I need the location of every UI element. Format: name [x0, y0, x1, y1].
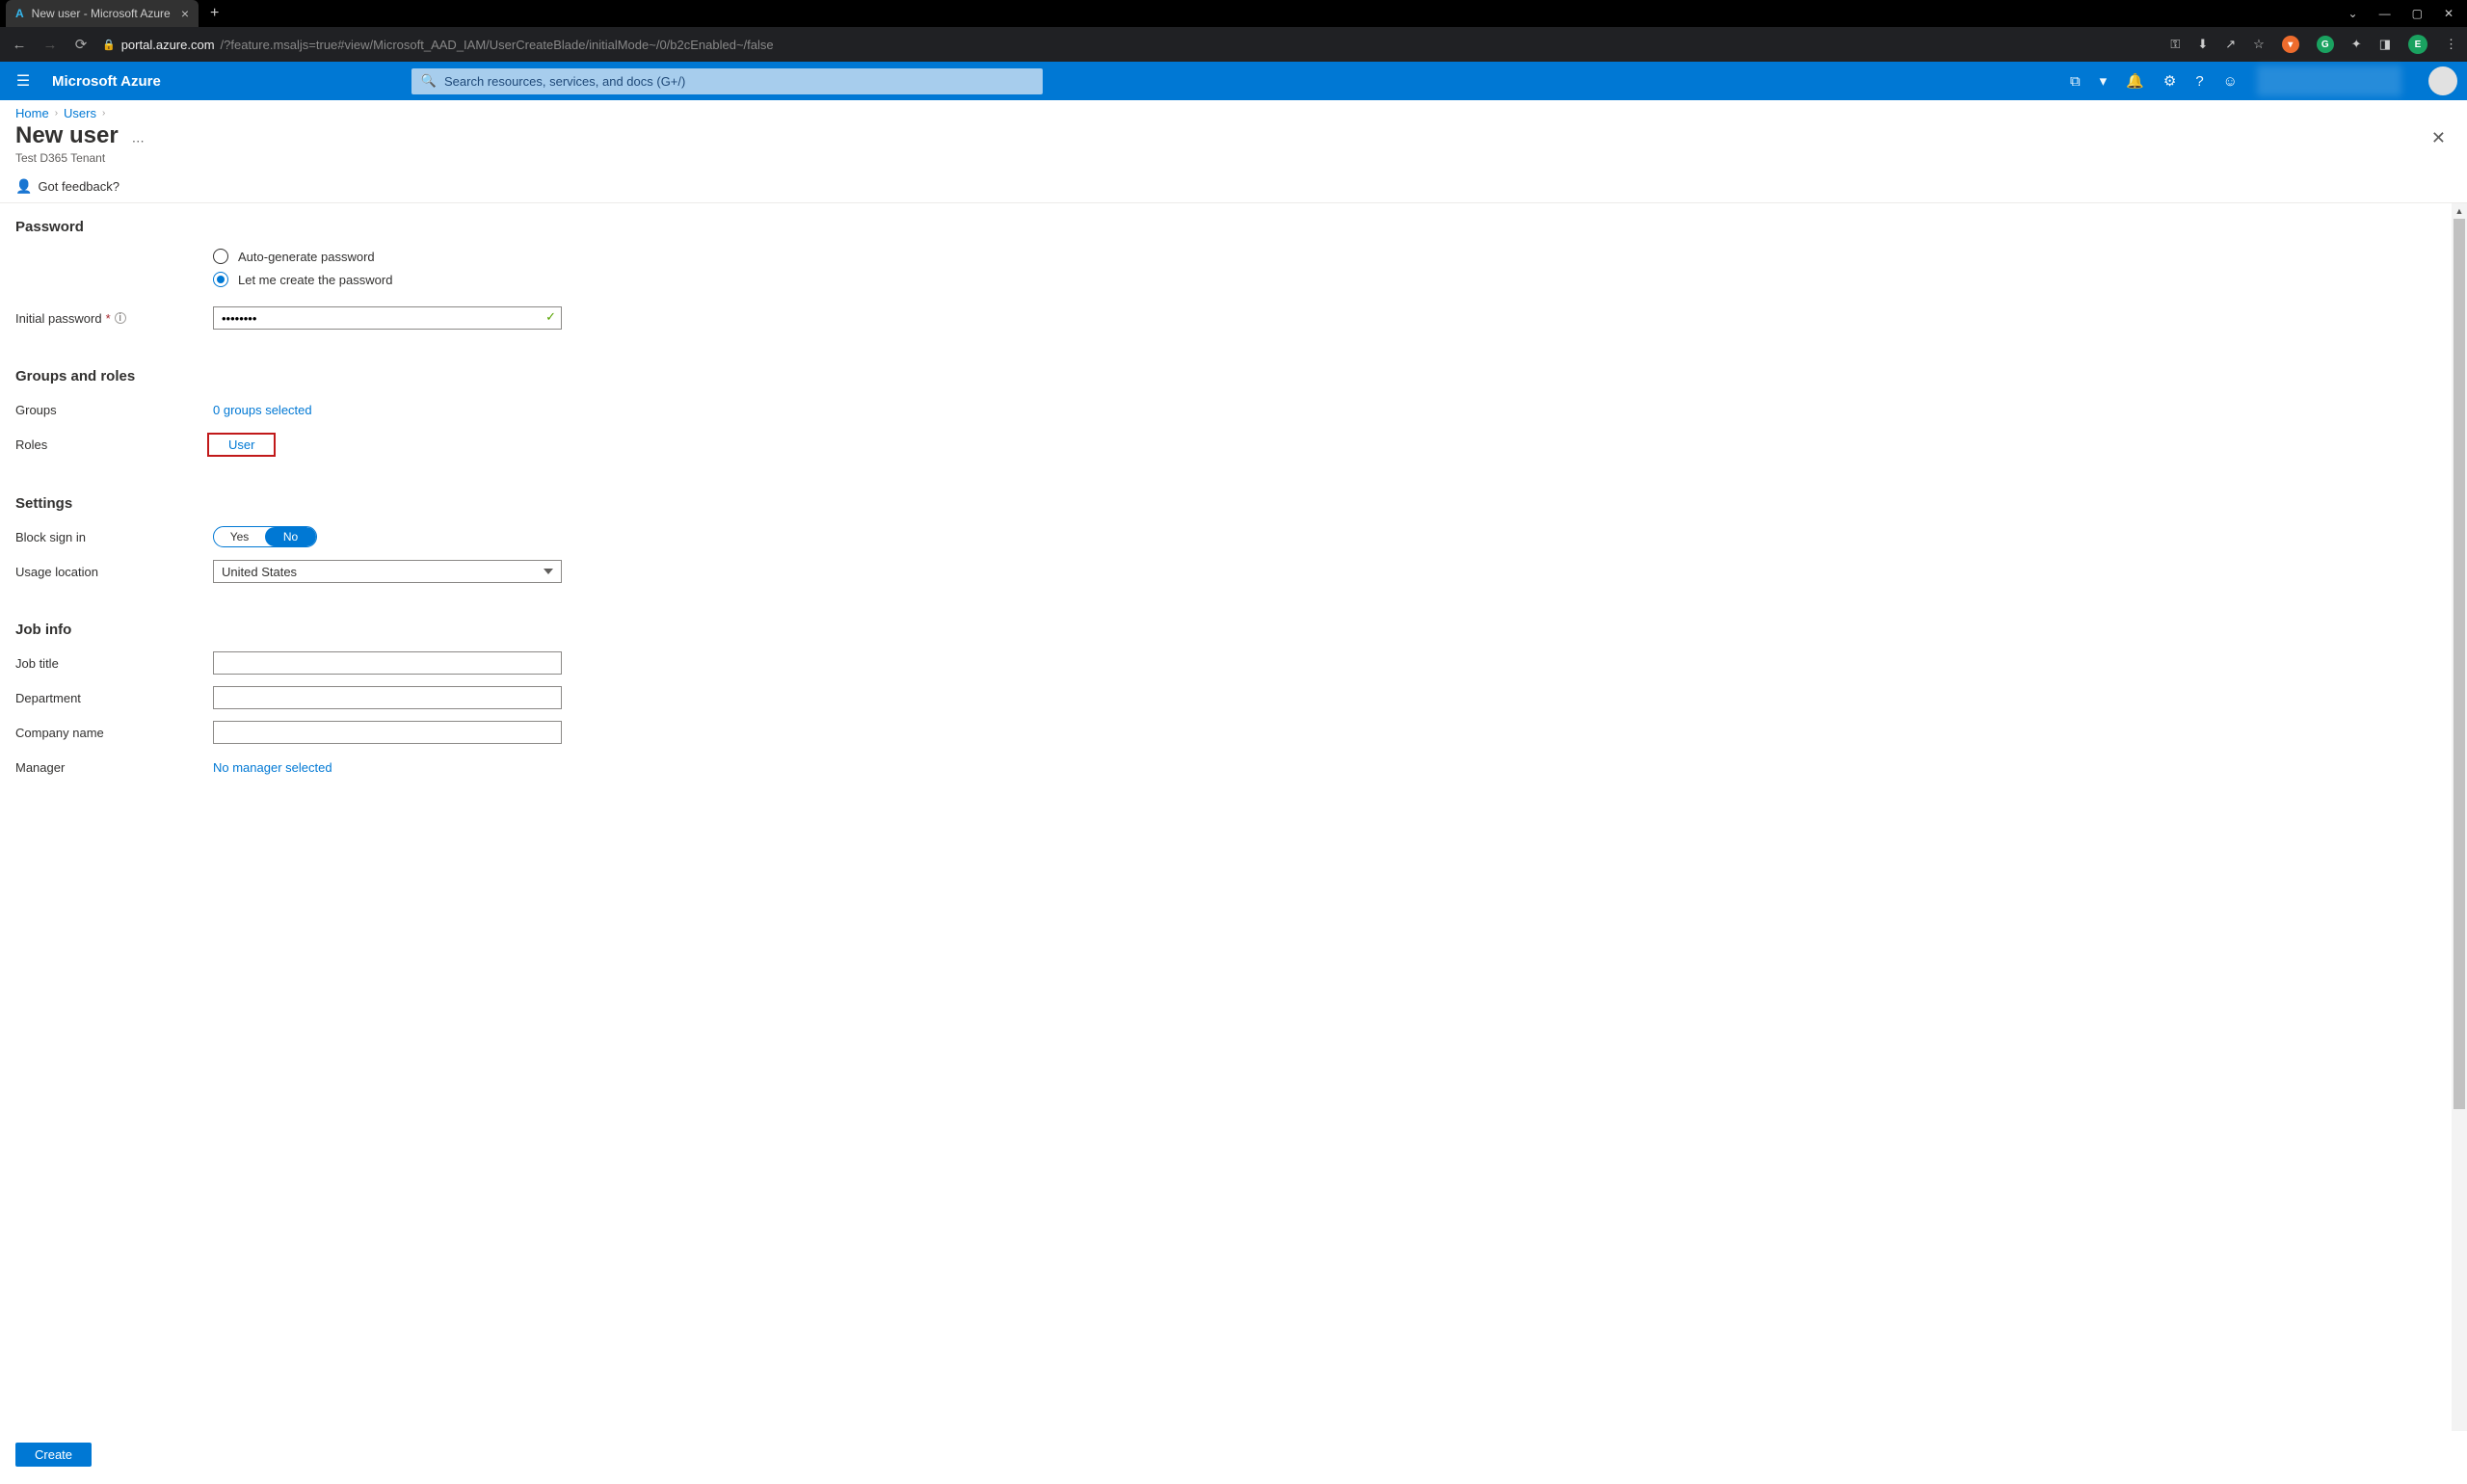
roles-link[interactable]: User [207, 433, 276, 457]
browser-tab-bar: A New user - Microsoft Azure × + ⌄ — ▢ ✕ [0, 0, 2467, 27]
new-tab-button[interactable]: + [210, 5, 219, 22]
extension-1-icon[interactable]: ▾ [2282, 36, 2299, 53]
forward-button[interactable]: → [40, 37, 60, 53]
download-icon[interactable]: ⬇ [2197, 37, 2208, 52]
search-placeholder: Search resources, services, and docs (G+… [444, 74, 685, 89]
job-title-label: Job title [15, 656, 213, 671]
department-label: Department [15, 691, 213, 705]
person-feedback-icon: 👤 [15, 178, 32, 195]
radio-manual-password[interactable] [213, 272, 228, 287]
brand-label[interactable]: Microsoft Azure [52, 73, 161, 90]
block-signin-toggle[interactable]: Yes No [213, 526, 317, 547]
toggle-no[interactable]: No [265, 527, 316, 546]
section-password-title: Password [15, 219, 2452, 235]
radio-auto-password[interactable] [213, 249, 228, 264]
share-icon[interactable]: ↗ [2225, 37, 2236, 52]
form-scroll-area: Password Auto-generate password Let me c… [0, 203, 2467, 1475]
groups-label: Groups [15, 403, 213, 417]
window-controls: ⌄ — ▢ ✕ [2348, 7, 2461, 20]
global-search[interactable]: 🔍 Search resources, services, and docs (… [411, 68, 1043, 94]
job-title-input[interactable] [213, 651, 562, 675]
blade-toolbar: 👤 Got feedback? [0, 171, 2467, 203]
scroll-thumb[interactable] [2454, 219, 2465, 1109]
info-icon[interactable]: i [115, 312, 126, 324]
account-info[interactable] [2257, 66, 2401, 96]
toggle-yes[interactable]: Yes [214, 527, 265, 546]
lock-icon: 🔒 [102, 39, 116, 51]
blade-header: New user ⋯ Test D365 Tenant ✕ [0, 122, 2467, 171]
block-signin-label: Block sign in [15, 530, 213, 544]
profile-avatar[interactable]: E [2408, 35, 2427, 54]
notifications-icon[interactable]: 🔔 [2126, 72, 2144, 90]
feedback-button[interactable]: 👤 Got feedback? [15, 178, 119, 195]
hamburger-menu[interactable]: ☰ [0, 71, 46, 91]
groups-link[interactable]: 0 groups selected [213, 403, 312, 417]
blade-footer: Create [0, 1431, 2467, 1484]
back-button[interactable]: ← [10, 37, 29, 53]
tenant-subtitle: Test D365 Tenant [15, 151, 145, 165]
chevron-down-icon[interactable]: ⌄ [2348, 7, 2358, 20]
scroll-up-arrow[interactable]: ▲ [2452, 203, 2467, 219]
check-icon: ✓ [545, 309, 556, 325]
extensions-icon[interactable]: ✦ [2351, 37, 2362, 52]
breadcrumb-users[interactable]: Users [64, 106, 96, 120]
sidepanel-icon[interactable]: ◨ [2379, 37, 2391, 52]
address-bar[interactable]: 🔒 portal.azure.com /?feature.msaljs=true#… [102, 38, 774, 52]
breadcrumb-home[interactable]: Home [15, 106, 49, 120]
feedback-label: Got feedback? [38, 179, 119, 194]
initial-password-input[interactable] [213, 306, 562, 330]
browser-tab[interactable]: A New user - Microsoft Azure × [6, 0, 199, 27]
help-icon[interactable]: ? [2195, 73, 2203, 90]
reload-button[interactable]: ⟳ [71, 36, 91, 53]
bookmark-icon[interactable]: ☆ [2253, 37, 2265, 52]
directories-icon[interactable]: ▾ [2100, 72, 2108, 90]
close-blade-icon[interactable]: ✕ [2426, 122, 2452, 154]
maximize-icon[interactable]: ▢ [2412, 7, 2423, 20]
manager-link[interactable]: No manager selected [213, 760, 332, 775]
radio-auto-password-label[interactable]: Auto-generate password [238, 250, 375, 264]
more-actions-icon[interactable]: ⋯ [132, 134, 145, 149]
feedback-icon[interactable]: ☺ [2223, 73, 2238, 90]
url-path: /?feature.msaljs=true#view/Microsoft_AAD… [221, 38, 774, 52]
vertical-scrollbar[interactable]: ▲ ▼ [2452, 203, 2467, 1475]
url-host: portal.azure.com [121, 38, 215, 52]
chrome-menu-icon[interactable]: ⋮ [2445, 37, 2457, 52]
usage-location-select[interactable]: United States [213, 560, 562, 583]
usage-location-value: United States [222, 565, 297, 579]
roles-label: Roles [15, 437, 213, 452]
company-name-input[interactable] [213, 721, 562, 744]
radio-manual-password-label[interactable]: Let me create the password [238, 273, 392, 287]
azure-icon: A [15, 7, 24, 20]
close-window-icon[interactable]: ✕ [2444, 7, 2454, 20]
company-name-label: Company name [15, 726, 213, 740]
tab-title: New user - Microsoft Azure [32, 7, 171, 20]
required-asterisk: * [106, 311, 111, 326]
section-job-info-title: Job info [15, 622, 2452, 638]
chevron-right-icon: › [55, 108, 58, 119]
tab-close-icon[interactable]: × [181, 6, 189, 21]
create-button[interactable]: Create [15, 1443, 92, 1467]
initial-password-label: Initial password * i [15, 311, 213, 326]
department-input[interactable] [213, 686, 562, 709]
section-groups-roles-title: Groups and roles [15, 368, 2452, 384]
browser-nav-bar: ← → ⟳ 🔒 portal.azure.com /?feature.msaljs… [0, 27, 2467, 62]
azure-header: ☰ Microsoft Azure 🔍 Search resources, se… [0, 62, 2467, 100]
manager-label: Manager [15, 760, 213, 775]
extension-2-icon[interactable]: G [2317, 36, 2334, 53]
minimize-icon[interactable]: — [2379, 7, 2391, 20]
search-icon: 🔍 [421, 73, 437, 89]
breadcrumb: Home › Users › [0, 100, 2467, 122]
usage-location-label: Usage location [15, 565, 213, 579]
chevron-right-icon: › [102, 108, 105, 119]
page-title: New user [15, 122, 119, 149]
settings-icon[interactable]: ⚙ [2163, 72, 2176, 90]
user-avatar[interactable] [2428, 66, 2457, 95]
section-settings-title: Settings [15, 495, 2452, 512]
cloud-shell-icon[interactable]: ⧉ [2070, 73, 2081, 90]
key-icon[interactable]: ⚿ [2170, 37, 2180, 52]
